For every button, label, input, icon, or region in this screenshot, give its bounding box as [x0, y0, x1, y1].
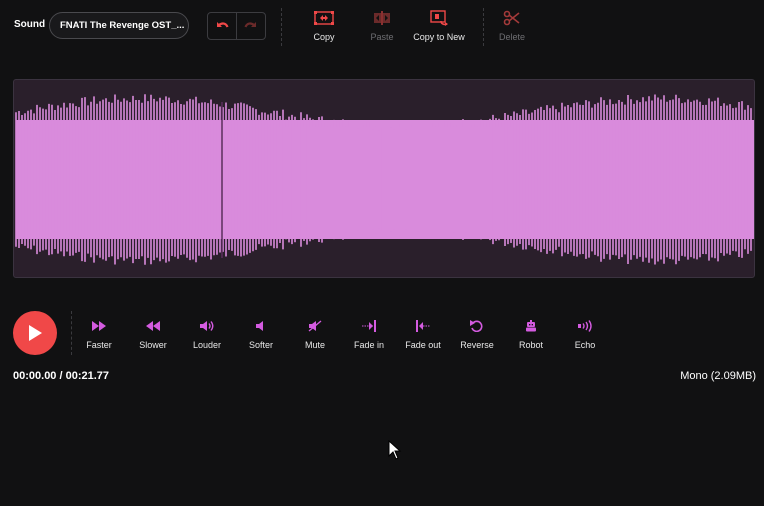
reverse-label: Reverse — [460, 340, 494, 350]
fade-in-icon — [362, 320, 376, 332]
mouse-pointer-icon — [388, 440, 402, 460]
volume-down-icon — [256, 321, 263, 331]
fade-out-label: Fade out — [405, 340, 441, 350]
echo-button[interactable]: Echo — [560, 320, 610, 350]
robot-label: Robot — [518, 340, 544, 350]
play-button[interactable] — [13, 311, 57, 355]
copy-to-new-label: Copy to New — [413, 32, 465, 42]
redo-button[interactable] — [236, 13, 265, 39]
effects-divider — [71, 311, 72, 355]
channel-info: Mono (2.09MB) — [680, 370, 756, 382]
waveform[interactable] — [14, 80, 755, 278]
slower-button[interactable]: Slower — [128, 320, 178, 350]
playback-time: 00:00.00 / 00:21.77 — [13, 370, 110, 382]
redo-icon — [244, 22, 256, 28]
copy-to-new-button[interactable]: Copy to New — [407, 10, 471, 42]
scissors-icon — [503, 10, 520, 26]
copy-to-new-icon — [430, 10, 448, 26]
delete-button[interactable]: Delete — [480, 10, 544, 42]
mute-button[interactable]: Mute — [290, 320, 340, 350]
undo-redo-group — [207, 12, 266, 40]
echo-icon — [578, 320, 592, 332]
louder-button[interactable]: Louder — [182, 320, 232, 350]
faster-button[interactable]: Faster — [74, 320, 124, 350]
paste-label: Paste — [370, 32, 394, 42]
softer-button[interactable]: Softer — [236, 320, 286, 350]
robot-icon — [526, 320, 536, 332]
copy-label: Copy — [313, 32, 335, 42]
softer-label: Softer — [248, 340, 273, 350]
paste-button[interactable]: Paste — [350, 10, 414, 42]
rewind-icon — [146, 321, 160, 331]
copy-button[interactable]: Copy — [292, 10, 356, 42]
delete-label: Delete — [498, 32, 525, 42]
fade-in-label: Fade in — [353, 340, 385, 350]
undo-icon — [217, 22, 229, 28]
fade-out-icon — [416, 320, 430, 332]
copy-selection-icon — [314, 11, 334, 25]
fast-forward-icon — [92, 321, 106, 331]
slower-label: Slower — [139, 340, 167, 350]
faster-label: Faster — [86, 340, 112, 350]
fade-in-button[interactable]: Fade in — [344, 320, 394, 350]
sound-name-selector[interactable]: FNATI The Revenge OST_... — [49, 12, 189, 39]
mute-icon — [308, 320, 322, 332]
mute-label: Mute — [304, 340, 325, 350]
paste-icon — [374, 11, 390, 25]
waveform-editor[interactable] — [13, 79, 755, 278]
robot-button[interactable]: Robot — [506, 320, 556, 350]
sound-label: Sound — [14, 19, 46, 30]
volume-up-icon — [200, 321, 214, 331]
sound-toolbar: Sound FNATI The Revenge OST_... Copy Pas… — [0, 0, 764, 50]
reverse-button[interactable]: Reverse — [452, 320, 502, 350]
play-icon — [29, 325, 42, 341]
toolbar-divider — [281, 8, 282, 46]
echo-label: Echo — [574, 340, 596, 350]
reverse-icon — [470, 320, 483, 332]
louder-label: Louder — [192, 340, 222, 350]
undo-button[interactable] — [208, 13, 236, 39]
fade-out-button[interactable]: Fade out — [398, 320, 448, 350]
